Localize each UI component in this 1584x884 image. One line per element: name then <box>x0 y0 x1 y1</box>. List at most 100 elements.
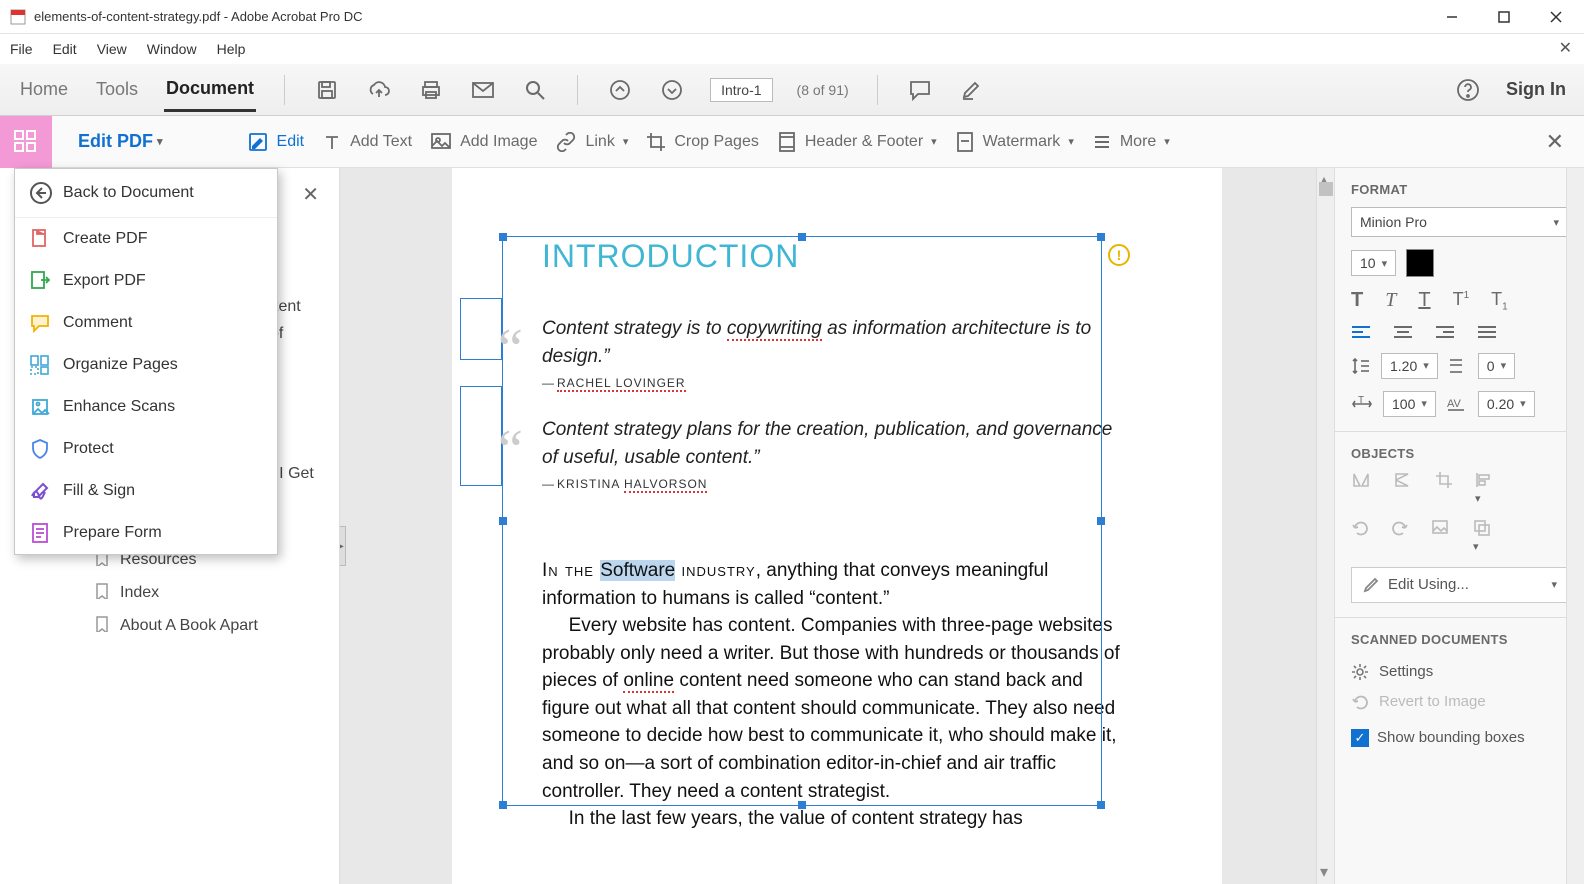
flip-h-icon <box>1351 471 1371 507</box>
italic-icon[interactable]: T <box>1385 289 1396 313</box>
align-left-icon[interactable] <box>1351 325 1371 341</box>
warning-icon[interactable]: ! <box>1108 244 1130 266</box>
rightpanel-scrollbar[interactable] <box>1566 168 1584 884</box>
show-bounding-boxes-checkbox[interactable]: ✓Show bounding boxes <box>1351 729 1568 747</box>
subscript-icon[interactable]: T1 <box>1491 289 1508 313</box>
char-spacing-input[interactable]: 0.20▾ <box>1478 391 1535 417</box>
bookmark-item[interactable]: About A Book Apart <box>80 610 339 643</box>
bold-icon[interactable]: T <box>1351 289 1363 313</box>
print-icon[interactable] <box>417 76 445 104</box>
quote-text: “Content strategy is to copywriting as i… <box>542 315 1132 370</box>
maximize-button[interactable] <box>1490 3 1518 31</box>
line-spacing-icon <box>1351 356 1371 376</box>
tab-document[interactable]: Document <box>164 68 256 112</box>
para-spacing-input[interactable]: 0▾ <box>1478 353 1515 379</box>
svg-text:T: T <box>1358 396 1364 406</box>
tool-prepare-form[interactable]: Prepare Form <box>15 512 277 554</box>
edit-pdf-tile-icon[interactable] <box>0 116 52 168</box>
expand-rightpanel-handle[interactable]: ▶ <box>340 526 346 566</box>
rotate-cw-icon <box>1391 519 1409 555</box>
menu-window[interactable]: Window <box>147 41 197 57</box>
watermark-button[interactable]: Watermark▾ <box>955 131 1074 153</box>
edit-pdf-toolbar: Edit PDF▾ Edit Add Text Add Image Link▾ … <box>0 116 1584 168</box>
menu-bar: File Edit View Window Help ✕ <box>0 34 1584 64</box>
font-size-input[interactable]: 10▾ <box>1351 250 1396 276</box>
edit-button[interactable]: Edit <box>247 131 305 153</box>
tool-organize-pages[interactable]: Organize Pages <box>15 344 277 386</box>
hscale-icon: T <box>1351 396 1373 412</box>
menu-help[interactable]: Help <box>217 41 246 57</box>
page[interactable]: ! INTRODUCTION “Content strategy is to c… <box>452 168 1222 884</box>
font-select[interactable]: Minion Pro▾ <box>1351 207 1568 237</box>
edit-using-dropdown[interactable]: Edit Using... ▾ <box>1351 567 1568 603</box>
align-right-icon[interactable] <box>1435 325 1455 341</box>
align-justify-icon[interactable] <box>1477 325 1497 341</box>
sign-in-button[interactable]: Sign In <box>1506 79 1566 100</box>
page-up-icon[interactable] <box>606 76 634 104</box>
top-toolbar: Home Tools Document Intro-1 (8 of 91) Si… <box>0 64 1584 116</box>
objects-heading: OBJECTS <box>1351 446 1568 461</box>
mail-icon[interactable] <box>469 76 497 104</box>
tool-create-pdf[interactable]: Create PDF <box>15 218 277 260</box>
align-center-icon[interactable] <box>1393 325 1413 341</box>
bookmark-peek-text: tent <box>274 298 301 316</box>
edit-pdf-dropdown[interactable]: Edit PDF▾ <box>70 131 171 152</box>
doc-scrollbar[interactable]: ▴ ▾ <box>1316 168 1334 884</box>
crop-pages-button[interactable]: Crop Pages <box>646 132 759 152</box>
help-icon[interactable] <box>1454 76 1482 104</box>
page-label-input[interactable]: Intro-1 <box>710 78 772 102</box>
menu-file[interactable]: File <box>10 41 33 57</box>
page-down-icon[interactable] <box>658 76 686 104</box>
close-window-button[interactable] <box>1542 3 1570 31</box>
back-to-document-button[interactable]: Back to Document <box>15 169 277 218</box>
tool-export-pdf[interactable]: Export PDF <box>15 260 277 302</box>
close-leftpanel-button[interactable]: ✕ <box>302 182 319 207</box>
quote-frame[interactable] <box>460 386 502 486</box>
flip-v-icon <box>1393 471 1413 507</box>
more-button[interactable]: More▾ <box>1092 133 1170 151</box>
underline-icon[interactable]: T <box>1418 289 1430 313</box>
superscript-icon[interactable]: T1 <box>1453 289 1470 313</box>
revert-button: Revert to Image <box>1351 687 1568 717</box>
tab-home[interactable]: Home <box>18 69 70 110</box>
tool-enhance-scans[interactable]: Enhance Scans <box>15 386 277 428</box>
menu-edit[interactable]: Edit <box>53 41 77 57</box>
align-object-icon: ▾ <box>1475 471 1493 507</box>
line-spacing-input[interactable]: 1.20▾ <box>1381 353 1438 379</box>
arrange-icon: ▾ <box>1473 519 1491 555</box>
tool-protect[interactable]: Protect <box>15 428 277 470</box>
replace-image-icon <box>1431 519 1451 555</box>
search-icon[interactable] <box>521 76 549 104</box>
bookmark-item[interactable]: Index <box>80 577 339 610</box>
scanned-heading: SCANNED DOCUMENTS <box>1351 632 1568 647</box>
header-footer-button[interactable]: Header & Footer▾ <box>777 131 937 153</box>
para-spacing-icon <box>1448 356 1468 376</box>
quote-frame[interactable] <box>460 298 502 360</box>
quote-text: “Content strategy plans for the creation… <box>542 416 1132 471</box>
document-viewport[interactable]: ! INTRODUCTION “Content strategy is to c… <box>340 168 1334 884</box>
window-title: elements-of-content-strategy.pdf - Adobe… <box>34 9 1438 24</box>
save-icon[interactable] <box>313 76 341 104</box>
cloud-upload-icon[interactable] <box>365 76 393 104</box>
settings-button[interactable]: Settings <box>1351 657 1568 687</box>
menu-view[interactable]: View <box>97 41 127 57</box>
tool-fill-sign[interactable]: Fill & Sign <box>15 470 277 512</box>
page-count: (8 of 91) <box>797 82 849 98</box>
tab-tools[interactable]: Tools <box>94 69 140 110</box>
close-document-button[interactable]: ✕ <box>1559 38 1572 58</box>
app-icon <box>10 9 26 25</box>
minimize-button[interactable] <box>1438 3 1466 31</box>
char-spacing-icon: AV <box>1446 396 1468 412</box>
tool-comment[interactable]: Comment <box>15 302 277 344</box>
crop-object-icon <box>1435 471 1453 507</box>
title-bar: elements-of-content-strategy.pdf - Adobe… <box>0 0 1584 34</box>
hscale-input[interactable]: 100▾ <box>1383 391 1436 417</box>
close-editbar-button[interactable]: ✕ <box>1546 129 1564 155</box>
comment-balloon-icon[interactable] <box>906 76 934 104</box>
highlight-pen-icon[interactable] <box>958 76 986 104</box>
add-text-button[interactable]: Add Text <box>322 132 412 152</box>
font-color-swatch[interactable] <box>1406 249 1434 277</box>
link-button[interactable]: Link▾ <box>555 132 628 152</box>
format-panel: FORMAT Minion Pro▾ 10▾ T T T T1 T1 1.20▾… <box>1334 168 1584 884</box>
add-image-button[interactable]: Add Image <box>430 132 537 152</box>
